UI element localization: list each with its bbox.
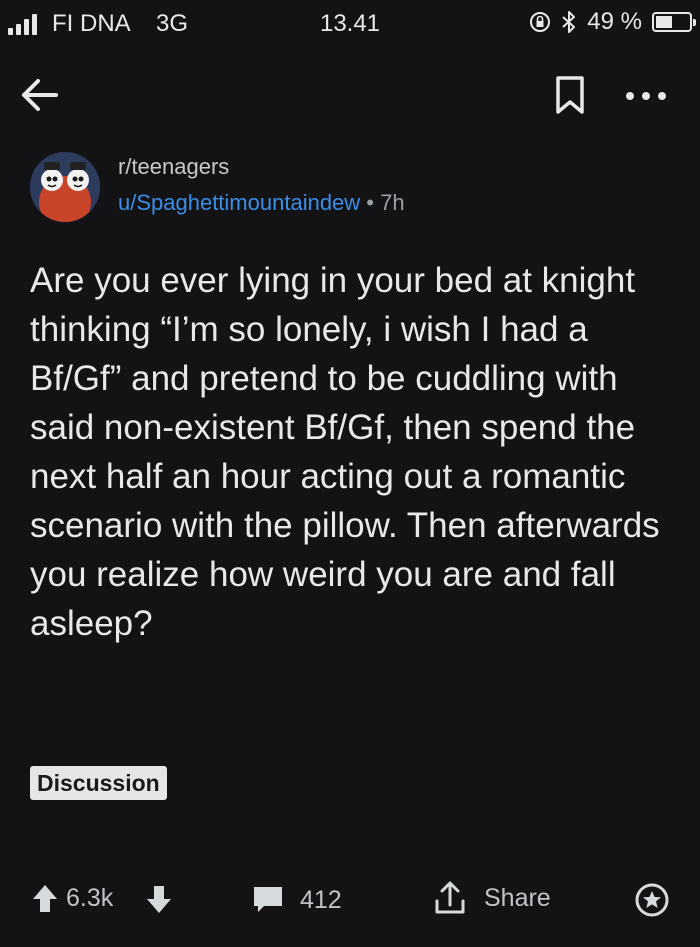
- share-icon: [435, 881, 465, 914]
- status-right: 49 %: [529, 8, 696, 36]
- award-button[interactable]: [634, 882, 670, 918]
- share-button[interactable]: Share: [432, 878, 551, 918]
- award-icon: [635, 883, 669, 917]
- post-title: Are you ever lying in your bed at knight…: [30, 261, 660, 643]
- battery-percent: 49 %: [587, 8, 642, 35]
- post-age: 7h: [380, 190, 405, 215]
- bluetooth-icon: [562, 11, 576, 33]
- status-bar: FI DNA 3G 13.41 49 %: [0, 0, 700, 50]
- downvote-icon: [147, 886, 171, 913]
- back-button[interactable]: [14, 70, 64, 120]
- post-flair[interactable]: Discussion: [30, 766, 167, 800]
- author-line: u/Spaghettimountaindew • 7h: [118, 190, 405, 216]
- downvote-button[interactable]: [144, 882, 174, 916]
- orientation-lock-icon: [530, 12, 551, 32]
- bookmark-button[interactable]: [550, 72, 590, 118]
- more-dots-icon: [626, 92, 666, 100]
- upvote-icon: [33, 885, 57, 912]
- comment-icon: [254, 887, 282, 912]
- subreddit-link[interactable]: r/teenagers: [118, 154, 229, 180]
- subreddit-avatar[interactable]: [30, 152, 100, 222]
- share-label: Share: [484, 883, 551, 912]
- bookmark-icon: [556, 76, 584, 114]
- meta-separator: •: [366, 190, 374, 215]
- upvote-button[interactable]: [30, 882, 60, 916]
- battery-icon: [652, 12, 696, 32]
- action-bar: 6.3k 412 Share: [0, 870, 700, 930]
- battery-level: [656, 16, 672, 28]
- author-link[interactable]: u/Spaghettimountaindew: [118, 190, 360, 215]
- comment-count: 412: [300, 885, 342, 914]
- nav-bar: [0, 60, 700, 124]
- avatar-image: [30, 152, 100, 222]
- post-header: r/teenagers u/Spaghettimountaindew • 7h: [30, 152, 670, 228]
- vote-score: 6.3k: [66, 884, 114, 912]
- more-options-button[interactable]: [616, 74, 676, 114]
- back-arrow-icon: [22, 79, 58, 111]
- comments-button[interactable]: 412: [250, 880, 342, 920]
